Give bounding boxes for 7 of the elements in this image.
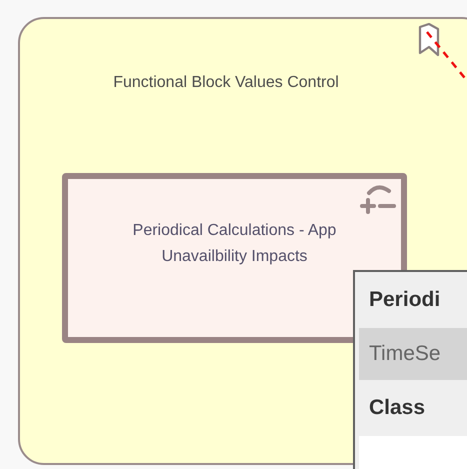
block-title: Functional Block Values Control [112, 74, 340, 92]
popup-item[interactable]: TimeSe [359, 328, 467, 380]
inner-block-title: Periodical Calculations - App Unavailbility Impacts [132, 221, 338, 267]
flag-icon [418, 23, 440, 57]
popup-heading: Periodi [368, 287, 442, 313]
plus-minus-icon [359, 183, 397, 215]
popup-heading: Class [368, 395, 426, 421]
